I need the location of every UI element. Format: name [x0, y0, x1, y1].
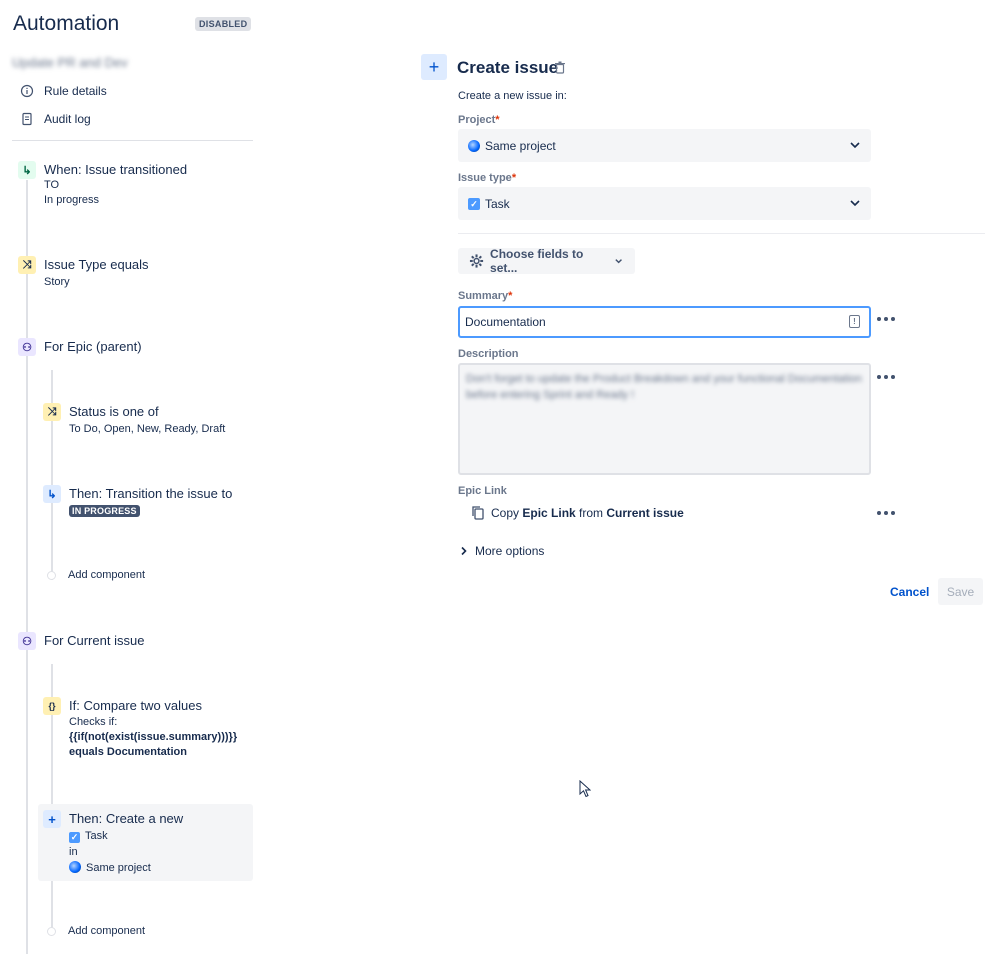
project-avatar-icon — [69, 861, 81, 873]
action-create-issue[interactable]: + Then: Create a new ✓ Task in Same proje… — [43, 810, 183, 876]
condition-shuffle-icon: ⤨ — [43, 403, 61, 421]
more-options-toggle[interactable]: More options — [460, 544, 544, 558]
trigger-title: When: Issue transitioned — [44, 162, 188, 177]
condition-title: Status is one of — [69, 404, 159, 419]
status-lozenge: IN PROGRESS — [69, 505, 140, 517]
epic-copy-verb: Copy — [491, 505, 520, 520]
more-options-label: More options — [475, 544, 545, 558]
divider — [458, 233, 985, 234]
action-issue-type: Task — [85, 830, 108, 842]
action-project: Same project — [86, 862, 151, 874]
condition-compare-values[interactable]: {} If: Compare two values Checks if: {{i… — [43, 697, 237, 760]
branch-current-issue[interactable]: ⚇ For Current issue — [18, 632, 144, 650]
epic-link-copy-row[interactable]: Copy Epic Link from Current issue — [471, 505, 684, 520]
condition-issue-type[interactable]: ⤨ Issue Type equals Story — [18, 256, 149, 290]
description-text: Don't forget to update the Product Break… — [466, 373, 862, 401]
nav-rule-details[interactable]: Rule details — [20, 81, 107, 101]
chevron-right-icon — [461, 546, 467, 556]
condition-equals: equals Documentation — [69, 746, 187, 758]
chevron-down-icon — [850, 142, 860, 149]
description-more-icon[interactable] — [877, 374, 895, 380]
cancel-button[interactable]: Cancel — [882, 580, 937, 604]
issue-type-label: Issue type* — [458, 172, 517, 184]
panel-title: Create issue — [457, 58, 559, 77]
epic-source: Current issue — [606, 505, 684, 520]
summary-input[interactable]: Documentation ! — [458, 306, 871, 338]
trigger-issue-transitioned[interactable]: ↳ When: Issue transitioned TO In progres… — [18, 161, 187, 208]
trash-icon[interactable] — [554, 61, 566, 74]
transition-icon: ↳ — [18, 161, 36, 179]
action-transition-issue[interactable]: ↳ Then: Transition the issue to IN PROGR… — [43, 485, 232, 517]
condition-title: If: Compare two values — [69, 698, 202, 713]
summary-label: Summary* — [458, 290, 513, 302]
description-textarea[interactable]: Don't forget to update the Product Break… — [458, 363, 871, 475]
condition-expression: {{if(not(exist(issue.summary)))}} — [69, 731, 238, 743]
condition-value: To Do, Open, New, Ready, Draft — [69, 423, 226, 435]
action-title: Then: Transition the issue to — [69, 486, 233, 501]
braces-icon: {} — [43, 697, 61, 715]
branch-title: For Epic (parent) — [44, 339, 142, 354]
branch-icon: ⚇ — [18, 632, 36, 650]
gear-icon — [469, 254, 484, 268]
rule-status-badge: DISABLED — [195, 17, 252, 31]
page-title: Automation — [13, 12, 120, 35]
condition-title: Issue Type equals — [44, 257, 149, 272]
epic-field-name: Epic Link — [522, 505, 576, 520]
task-icon: ✓ — [468, 197, 480, 210]
mouse-cursor-icon — [579, 780, 591, 798]
project-select[interactable]: Same project — [458, 129, 871, 162]
action-title: Then: Create a new — [69, 811, 184, 826]
branch-icon: ⚇ — [18, 338, 36, 356]
add-component-epic[interactable]: Add component — [68, 569, 145, 581]
divider — [12, 140, 253, 141]
nav-audit-log-label: Audit log — [44, 112, 91, 126]
issue-type-select-value: Task — [485, 196, 510, 211]
epic-link-label: Epic Link — [458, 485, 507, 497]
epic-link-more-icon[interactable] — [877, 510, 895, 516]
nav-audit-log[interactable]: Audit log — [20, 109, 91, 129]
branch-epic-parent[interactable]: ⚇ For Epic (parent) — [18, 338, 142, 356]
copy-icon — [472, 506, 484, 520]
project-select-value: Same project — [485, 138, 556, 153]
project-label: Project* — [458, 114, 500, 126]
timeline-line — [26, 180, 28, 954]
epic-from: from — [579, 505, 604, 520]
condition-checks-label: Checks if: — [69, 716, 118, 728]
action-in-label: in — [69, 846, 78, 858]
task-icon: ✓ — [69, 832, 80, 843]
trigger-to-value: In progress — [44, 194, 100, 206]
info-icon — [20, 84, 34, 98]
branch-line-epic — [51, 370, 53, 580]
condition-value: Story — [44, 276, 70, 288]
panel-intro: Create a new issue in: — [458, 90, 567, 102]
transition-icon: ↳ — [43, 485, 61, 503]
condition-status-is-one-of[interactable]: ⤨ Status is one of To Do, Open, New, Rea… — [43, 403, 225, 437]
choose-fields-label: Choose fields to set... — [490, 247, 584, 275]
condition-shuffle-icon: ⤨ — [18, 256, 36, 274]
document-icon — [22, 112, 32, 126]
create-issue-icon: + — [421, 54, 447, 80]
add-component-dot — [47, 571, 56, 580]
choose-fields-button[interactable]: Choose fields to set... — [458, 247, 635, 275]
project-avatar-icon — [468, 139, 480, 152]
branch-title: For Current issue — [44, 633, 145, 648]
plus-icon: + — [43, 810, 61, 828]
add-component-current[interactable]: Add component — [68, 925, 145, 937]
issue-type-select[interactable]: ✓ Task — [458, 187, 871, 220]
smart-value-icon[interactable]: ! — [849, 315, 860, 328]
save-button[interactable]: Save — [938, 578, 983, 605]
nav-rule-details-label: Rule details — [44, 84, 107, 98]
rule-name[interactable]: Update PR and Dev — [12, 55, 128, 70]
chevron-down-icon — [850, 200, 860, 207]
description-label: Description — [458, 348, 519, 360]
add-component-dot — [47, 927, 56, 936]
trigger-to-label: TO — [44, 179, 60, 191]
chevron-down-icon — [615, 259, 622, 264]
summary-more-icon[interactable] — [877, 316, 895, 322]
summary-input-value: Documentation — [465, 315, 546, 329]
